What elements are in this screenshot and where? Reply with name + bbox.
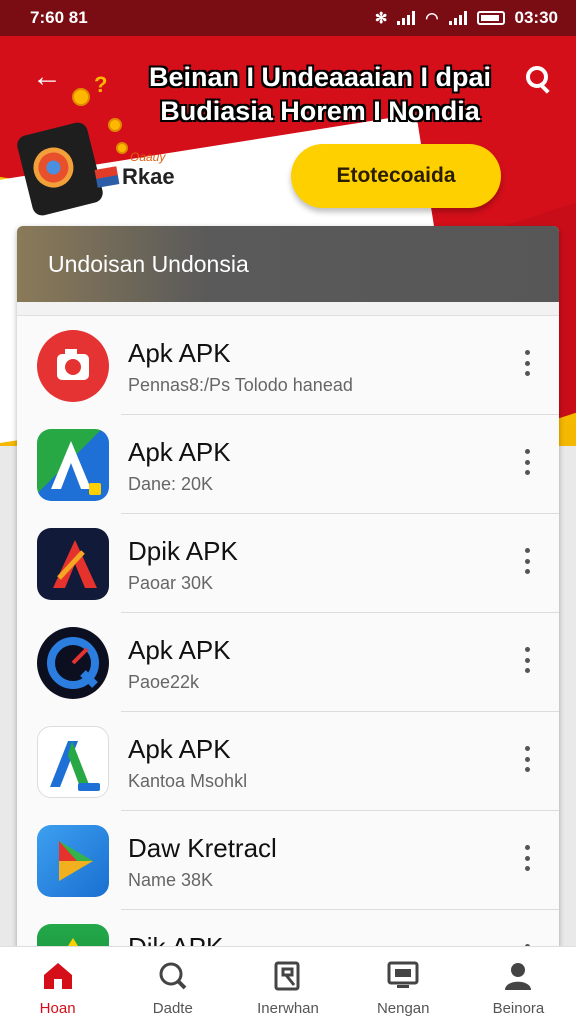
nav-home[interactable]: Hoan [0, 947, 115, 1024]
more-options-icon[interactable] [517, 447, 537, 477]
vibrate-icon: ✻ [374, 10, 388, 27]
nav-saved[interactable]: Inerwhan [230, 947, 345, 1024]
more-options-icon[interactable] [517, 348, 537, 378]
more-options-icon[interactable] [517, 843, 537, 873]
status-icons: ✻ ◠ 03:30 [375, 8, 558, 28]
camera-app-icon [37, 330, 109, 402]
app-name: Dpik APK [128, 536, 238, 566]
red-a-app-icon [37, 528, 109, 600]
white-a-app-icon [37, 726, 109, 798]
search-button[interactable] [524, 64, 554, 94]
app-name: Apk APK [128, 437, 231, 467]
play-app-icon [37, 825, 109, 897]
list-item[interactable]: Apk APK Pennas8:/Ps Tolodo hanead [17, 316, 559, 415]
more-options-icon[interactable] [517, 645, 537, 675]
app-name: Daw Kretracl [128, 833, 277, 863]
profile-icon [502, 961, 534, 991]
nav-media[interactable]: Nengan [346, 947, 461, 1024]
app-meta: Pennas8:/Ps Tolodo hanead [128, 375, 353, 395]
search-icon [157, 961, 189, 991]
app-meta: Paoar 30K [128, 573, 214, 593]
triangle-a-app-icon [37, 429, 109, 501]
bottom-navigation: Hoan Dadte Inerwhan Nengan Beinora [0, 946, 576, 1024]
tv-icon [387, 961, 419, 991]
home-icon [42, 961, 74, 991]
app-meta: Dane: 20K [128, 474, 214, 494]
app-name: Apk APK [128, 635, 231, 665]
app-name: Apk APK [128, 338, 231, 368]
list-item[interactable]: Apk APK Paoe22k [17, 613, 559, 712]
cell-signal-2-icon [448, 11, 467, 25]
card-title: Undoisan Undonsia [17, 226, 559, 302]
list-item[interactable]: Apk APK Kantoa Msohkl [17, 712, 559, 811]
status-bar: 7:60 81 ✻ ◠ 03:30 [0, 0, 576, 36]
app-meta: Name 38K [128, 870, 214, 890]
coin-icon [72, 88, 90, 106]
back-arrow-icon[interactable]: ← [32, 62, 62, 92]
nav-profile[interactable]: Beinora [461, 947, 576, 1024]
app-meta: Kantoa Msohkl [128, 771, 248, 791]
status-time: 7:60 81 [30, 8, 88, 27]
more-options-icon[interactable] [517, 744, 537, 774]
app-list-card: Undoisan Undonsia Apk APK Pennas8:/Ps To… [17, 226, 559, 956]
page-title: Beinan I Undeaaaian I dpai Budiasia Hore… [148, 62, 492, 126]
question-mark-icon: ? [94, 72, 108, 97]
app-name: Apk APK [128, 734, 231, 764]
cta-button[interactable]: Etotecoaida [291, 144, 501, 208]
coin-icon [108, 118, 122, 132]
bookmark-icon [272, 961, 304, 991]
battery-icon [476, 11, 505, 25]
flag-icon [94, 166, 120, 188]
list-item[interactable]: Daw Kretracl Name 38K [17, 811, 559, 910]
status-clock: 03:30 [514, 8, 558, 27]
gauge-app-icon [37, 627, 109, 699]
brand-logo: Oaauy Rkae [94, 150, 175, 190]
nav-search[interactable]: Dadte [115, 947, 230, 1024]
list-item[interactable]: Apk APK Dane: 20K [17, 415, 559, 514]
app-meta: Paoe22k [128, 672, 200, 692]
list-item[interactable]: Dpik APK Paoar 30K [17, 514, 559, 613]
cell-signal-icon [397, 11, 416, 25]
wifi-icon: ◠ [425, 10, 439, 27]
more-options-icon[interactable] [517, 546, 537, 576]
